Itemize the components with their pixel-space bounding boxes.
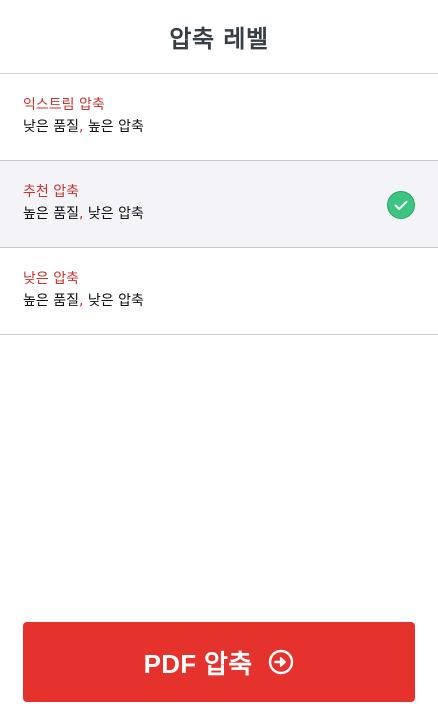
option-description: 낮은 품질, 높은 압축 — [23, 117, 438, 137]
option-desc-compression: 낮은 압축 — [83, 293, 144, 309]
option-title: 낮은 압축 — [23, 271, 79, 287]
option-title: 익스트림 압축 — [23, 97, 105, 113]
option-low-compression[interactable]: 낮은 압축 높은 품질, 낮은 압축 — [0, 248, 438, 335]
option-desc-compression: 낮은 압축 — [83, 206, 144, 222]
option-description: 높은 품질, 낮은 압축 — [23, 204, 438, 224]
option-description: 높은 품질, 낮은 압축 — [23, 291, 438, 311]
check-icon — [387, 191, 415, 219]
compress-pdf-button[interactable]: PDF 압축 — [23, 622, 415, 702]
option-desc-quality: 낮은 품질 — [23, 119, 79, 135]
page-title: 압축 레벨 — [169, 25, 269, 53]
compression-panel: 압축 레벨 익스트림 압축 낮은 품질, 높은 압축 추천 압축 높은 품질, … — [0, 0, 438, 717]
option-desc-quality: 높은 품질 — [23, 293, 79, 309]
option-desc-compression: 높은 압축 — [83, 119, 144, 135]
arrow-right-circle-icon — [268, 649, 294, 675]
header: 압축 레벨 — [0, 0, 438, 74]
compression-options: 익스트림 압축 낮은 품질, 높은 압축 추천 압축 높은 품질, 낮은 압축 … — [0, 74, 438, 335]
compress-button-label: PDF 압축 — [143, 648, 253, 679]
option-desc-quality: 높은 품질 — [23, 206, 79, 222]
option-extreme-compression[interactable]: 익스트림 압축 낮은 품질, 높은 압축 — [0, 74, 438, 161]
option-title: 추천 압축 — [23, 184, 79, 200]
option-recommended-compression[interactable]: 추천 압축 높은 품질, 낮은 압축 — [0, 161, 438, 248]
